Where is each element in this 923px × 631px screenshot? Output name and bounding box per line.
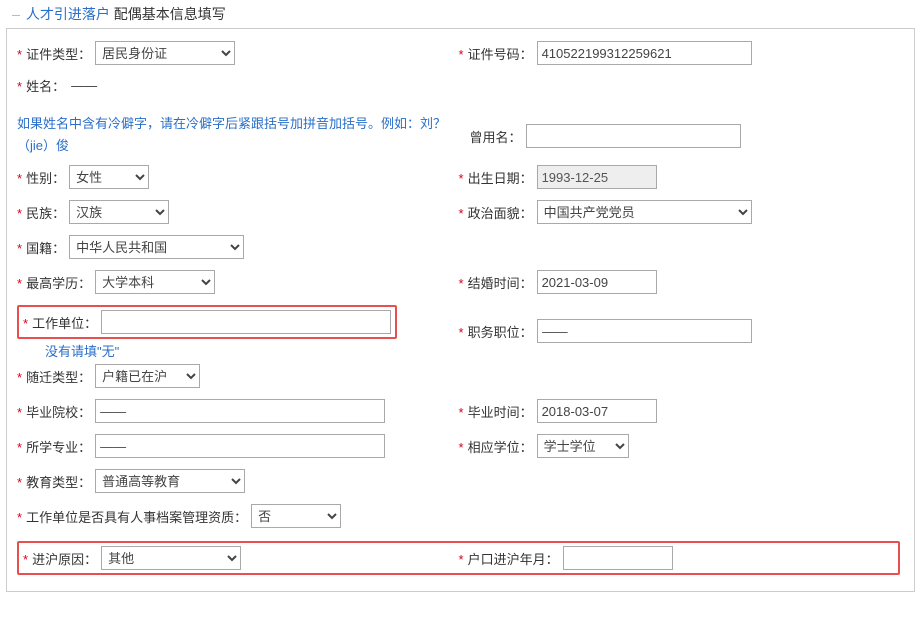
nation-label: 民族： — [17, 203, 69, 222]
archive-select[interactable]: 否 — [251, 504, 341, 528]
gradtime-label: 毕业时间： — [459, 402, 537, 421]
nation-select[interactable]: 汉族 — [69, 200, 169, 224]
work-input[interactable] — [101, 310, 391, 334]
work-label: 工作单位： — [23, 313, 101, 332]
form-container: 证件类型： 居民身份证 证件号码： 姓名： —— 如果姓名中含有冷僻字，请在冷僻… — [6, 28, 915, 592]
marrydate-input[interactable] — [537, 270, 657, 294]
migrate-label: 随迁类型： — [17, 367, 95, 386]
gender-select[interactable]: 女性 — [69, 165, 149, 189]
degree-select[interactable]: 学士学位 — [537, 434, 629, 458]
inshdate-label: 户口进沪年月： — [459, 549, 563, 568]
form-legend: 人才引进落户 配偶基本信息填写 — [6, 4, 915, 24]
gender-label: 性别： — [17, 168, 69, 187]
inshdate-input[interactable] — [563, 546, 673, 570]
legend-category: 人才引进落户 — [26, 6, 110, 22]
idtype-label: 证件类型： — [17, 44, 95, 63]
migrate-select[interactable]: 户籍已在沪 — [95, 364, 200, 388]
country-label: 国籍： — [17, 238, 69, 257]
name-hint: 如果姓名中含有冷僻字，请在冷僻字后紧跟括号加拼音加括号。例如：刘？（jie）俊 — [17, 111, 447, 161]
idno-label: 证件号码： — [459, 44, 537, 63]
position-input[interactable] — [537, 319, 752, 343]
name-label: 姓名： — [17, 76, 69, 95]
birth-input — [537, 165, 657, 189]
political-select[interactable]: 中国共产党党员 — [537, 200, 752, 224]
school-label: 毕业院校： — [17, 402, 95, 421]
gradtime-input[interactable] — [537, 399, 657, 423]
major-label: 所学专业： — [17, 437, 95, 456]
birth-label: 出生日期： — [459, 168, 537, 187]
edutype-select[interactable]: 普通高等教育 — [95, 469, 245, 493]
reason-select[interactable]: 其他 — [101, 546, 241, 570]
political-label: 政治面貌： — [459, 203, 537, 222]
formername-label: 曾用名： — [459, 127, 526, 146]
major-input[interactable] — [95, 434, 385, 458]
country-select[interactable]: 中华人民共和国 — [69, 235, 244, 259]
edu-select[interactable]: 大学本科 — [95, 270, 215, 294]
idno-input[interactable] — [537, 41, 752, 65]
edu-label: 最高学历： — [17, 273, 95, 292]
position-label: 职务职位： — [459, 322, 537, 341]
work-hint: 没有请填"无" — [17, 341, 119, 360]
marrydate-label: 结婚时间： — [459, 273, 537, 292]
degree-label: 相应学位： — [459, 437, 537, 456]
reason-label: 进沪原因： — [23, 549, 101, 568]
edutype-label: 教育类型： — [17, 472, 95, 491]
name-value: —— — [69, 78, 97, 93]
legend-title: 配偶基本信息填写 — [114, 6, 226, 22]
archive-label: 工作单位是否具有人事档案管理资质： — [17, 507, 251, 526]
formername-input[interactable] — [526, 124, 741, 148]
idtype-select[interactable]: 居民身份证 — [95, 41, 235, 65]
school-input[interactable] — [95, 399, 385, 423]
